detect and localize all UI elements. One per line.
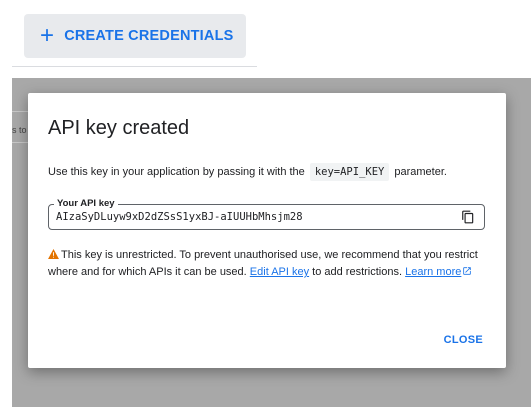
background-partial-text: s to [12,125,27,135]
create-credentials-button[interactable]: + CREATE CREDENTIALS [24,14,246,58]
warning-icon [48,249,59,259]
api-key-field[interactable]: Your API key AIzaSyDLuyw9xD2dZSsS1yxBJ-a… [48,198,485,230]
external-link-icon[interactable] [462,266,472,276]
copy-icon[interactable] [461,210,475,224]
close-button[interactable]: CLOSE [444,334,483,346]
warning-suffix: to add restrictions. [312,266,403,278]
api-key-value[interactable]: AIzaSyDLuyw9xD2dZSsS1yxBJ-aIUUHbMhsjm28 [56,211,303,223]
api-key-dialog: API key created Use this key in your app… [28,93,506,368]
credentials-toolbar: + CREATE CREDENTIALS [0,0,531,78]
api-key-label: Your API key [54,198,118,210]
dialog-title: API key created [48,117,190,139]
description-suffix: parameter. [394,166,447,178]
parameter-code: key=API_KEY [309,163,390,181]
unrestricted-warning: This key is unrestricted. To prevent una… [48,247,488,281]
plus-icon: + [40,22,55,49]
toolbar-divider [12,66,257,67]
learn-more-link[interactable]: Learn more [405,266,461,278]
dialog-description: Use this key in your application by pass… [48,163,447,181]
description-text: Use this key in your application by pass… [48,166,305,178]
create-credentials-label: CREATE CREDENTIALS [64,28,234,44]
edit-api-key-link[interactable]: Edit API key [250,266,309,278]
